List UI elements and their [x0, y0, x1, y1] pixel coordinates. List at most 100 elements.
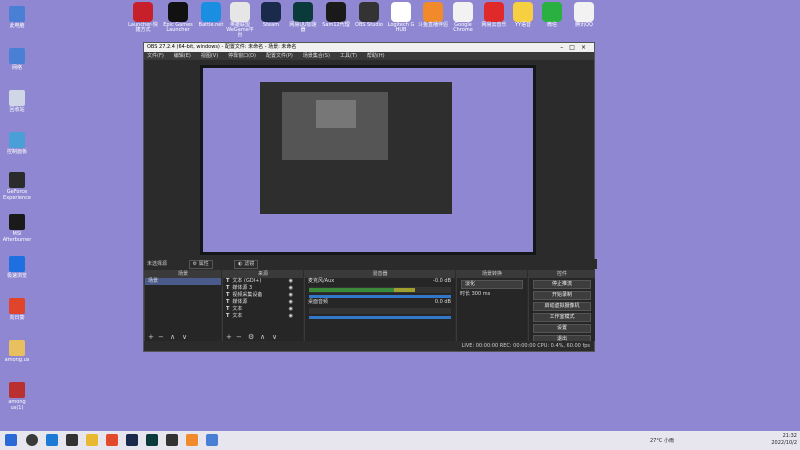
file-explorer-icon[interactable]	[86, 434, 98, 446]
desktop-icon-label: Epic Games Launcher	[163, 22, 193, 33]
app-icon	[513, 2, 533, 22]
store-icon[interactable]	[66, 434, 78, 446]
move-up-icon[interactable]: ∧	[170, 333, 175, 341]
desktop-icon-label: YY语音	[514, 22, 532, 28]
start-icon[interactable]	[5, 434, 17, 446]
desktop-icon[interactable]: 此电脑	[2, 6, 32, 29]
track-name: 麦克风/Aux	[308, 278, 335, 284]
menu-item[interactable]: 文件(F)	[147, 53, 164, 59]
weather[interactable]: 27°C 小雨	[650, 437, 674, 444]
close-icon[interactable]: ×	[581, 44, 592, 51]
desktop-icon[interactable]: Logitech G HUB	[386, 2, 416, 33]
source-item[interactable]: T 文本 (GDI+) ◉	[223, 278, 303, 285]
desktop-icon[interactable]: among us(1)	[2, 382, 32, 411]
desktop-icon[interactable]: 腾讯QQ	[569, 2, 599, 28]
remove-source-icon[interactable]: −	[236, 333, 242, 341]
source-item[interactable]: T 媒体源 3 ◉	[223, 285, 303, 292]
desktop-icon[interactable]: Google Chrome	[448, 2, 478, 33]
track-db: 0.0 dB	[434, 299, 451, 305]
desktop-icon[interactable]: OBS Studio	[354, 2, 384, 28]
steam-icon[interactable]	[126, 434, 138, 446]
douyu-icon[interactable]	[186, 434, 198, 446]
desktop-icon[interactable]: Sam12代理	[321, 2, 351, 28]
transition-select[interactable]: 淡化	[461, 280, 523, 289]
remove-scene-icon[interactable]: −	[158, 333, 164, 341]
uu-icon[interactable]	[146, 434, 158, 446]
desktop-icon[interactable]: 控制面板	[2, 132, 32, 155]
menu-item[interactable]: 停靠窗口(D)	[228, 53, 256, 59]
desktop-icon[interactable]: 英雄联盟WeGame平台	[225, 2, 255, 38]
desktop-icon[interactable]: MSI Afterburner	[2, 214, 32, 243]
desktop-icon[interactable]: 网易UU加速器	[288, 2, 318, 33]
app-icon	[261, 2, 281, 22]
add-scene-icon[interactable]: +	[148, 333, 154, 341]
eye-icon[interactable]: ◉	[289, 285, 293, 292]
eye-icon[interactable]: ◉	[289, 313, 293, 320]
control-button[interactable]: 开始录制	[533, 291, 591, 300]
menu-item[interactable]: 视图(V)	[201, 53, 218, 59]
obs-title-bar[interactable]: OBS 27.2.4 (64-bit, windows) - 配置文件: 未命名…	[144, 43, 594, 52]
edge-icon[interactable]	[46, 434, 58, 446]
add-source-icon[interactable]: +	[226, 333, 232, 341]
move-down-icon[interactable]: ∨	[182, 333, 187, 341]
desktop-icon-label: among.us	[4, 357, 30, 363]
scenes-dock: 场景 场景 + − ∧ ∨	[144, 270, 221, 341]
menu-item[interactable]: 配置文件(P)	[266, 53, 293, 59]
source-down-icon[interactable]: ∨	[272, 333, 277, 341]
menu-item[interactable]: 编辑(E)	[174, 53, 191, 59]
obs-taskbar-icon[interactable]	[166, 434, 178, 446]
chrome-icon[interactable]	[106, 434, 118, 446]
desktop-icon[interactable]: 斗鱼直播伴侣	[418, 2, 448, 28]
desktop-icon[interactable]: 极速浏览	[2, 256, 32, 279]
obs-window[interactable]: OBS 27.2.4 (64-bit, windows) - 配置文件: 未命名…	[143, 42, 597, 352]
desktop-icon[interactable]: Battle.net	[196, 2, 226, 28]
volume-slider[interactable]	[309, 295, 451, 298]
preview-canvas[interactable]	[200, 65, 536, 255]
source-settings-icon[interactable]: ⚙	[248, 333, 254, 341]
volume-slider[interactable]	[309, 316, 451, 319]
source-toolbar: 未选择源 ⚙ 属性 ◐ 滤镜	[144, 259, 597, 269]
desktop-icon[interactable]: 微信	[537, 2, 567, 28]
desktop-icon[interactable]: GeForce Experience	[2, 172, 32, 201]
source-name: 视频采集设备	[232, 292, 263, 298]
source-item[interactable]: T 文本 ◉	[223, 306, 303, 313]
source-item[interactable]: T 视频采集设备 ◉	[223, 292, 303, 299]
eye-icon[interactable]: ◉	[289, 292, 293, 299]
desktop-icon[interactable]: Epic Games Launcher	[163, 2, 193, 33]
desktop-icon[interactable]: YY语音	[508, 2, 538, 28]
filters-button[interactable]: ◐ 滤镜	[234, 260, 259, 269]
eye-icon[interactable]: ◉	[289, 278, 293, 285]
minimize-icon[interactable]: –	[560, 44, 569, 51]
control-button[interactable]: 设置	[533, 324, 591, 333]
maximize-icon[interactable]: □	[569, 44, 581, 51]
menu-item[interactable]: 场景集合(S)	[303, 53, 330, 59]
app-icon	[484, 2, 504, 22]
duration-value[interactable]: 300 ms	[472, 291, 491, 297]
app-icon	[542, 2, 562, 22]
search-icon[interactable]	[26, 434, 38, 446]
menu-item[interactable]: 工具(T)	[340, 53, 357, 59]
desktop-icon[interactable]: 向日葵	[2, 298, 32, 321]
app-icon[interactable]	[206, 434, 218, 446]
properties-button[interactable]: ⚙ 属性	[188, 260, 213, 269]
desktop-icon[interactable]: among.us	[2, 340, 32, 363]
control-button[interactable]: 停止推流	[533, 280, 591, 289]
eye-icon[interactable]: ◉	[289, 306, 293, 313]
scene-item[interactable]: 场景	[145, 278, 221, 285]
control-button[interactable]: 工作室模式	[533, 313, 591, 322]
source-item[interactable]: T 媒体源 ◉	[223, 299, 303, 306]
desktop-icon[interactable]: 网易云音乐	[479, 2, 509, 28]
source-up-icon[interactable]: ∧	[260, 333, 265, 341]
desktop-icon[interactable]: Steam	[256, 2, 286, 28]
desktop-icon[interactable]: Launcher-快捷方式	[128, 2, 158, 33]
desktop-icon[interactable]: 网络	[2, 48, 32, 71]
window-controls[interactable]: –□×	[560, 43, 592, 52]
preview-nested-obs-3	[316, 100, 356, 128]
menu-item[interactable]: 帮助(H)	[367, 53, 385, 59]
eye-icon[interactable]: ◉	[289, 299, 293, 306]
desktop-icon[interactable]: 回收站	[2, 90, 32, 113]
control-button[interactable]: 启动虚拟摄像机	[533, 302, 591, 311]
system-clock[interactable]: 21:32 2022/10/2	[771, 431, 797, 450]
transition-type: 淡化	[465, 281, 476, 287]
source-item[interactable]: T 文本 ◉	[223, 313, 303, 320]
